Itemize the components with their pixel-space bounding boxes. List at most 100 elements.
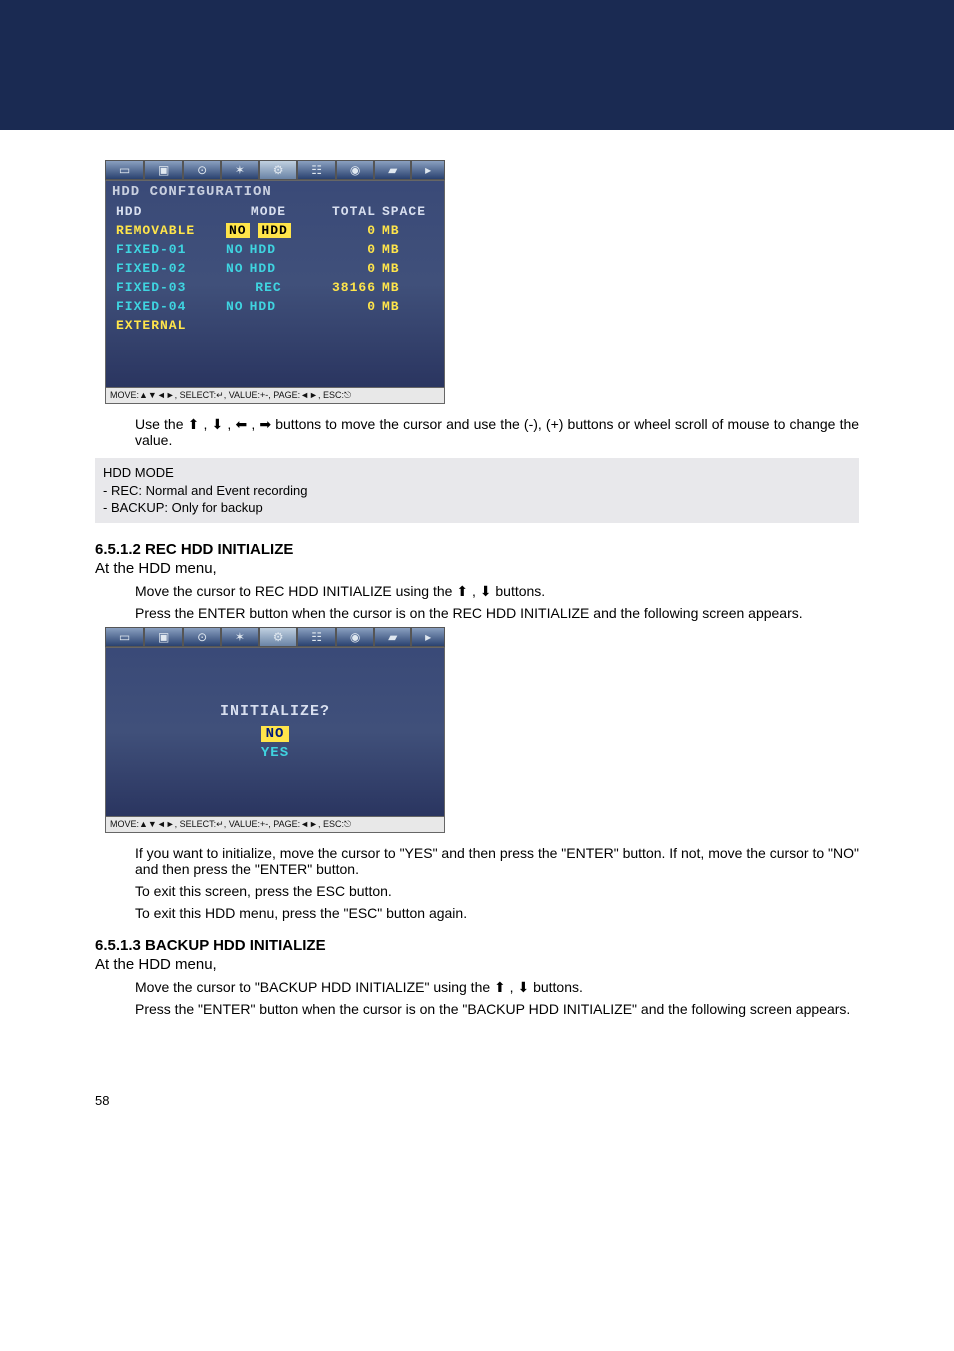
hdd-unit: MB bbox=[376, 280, 416, 295]
tab-1[interactable]: ▭ bbox=[105, 627, 144, 647]
gear-icon: ⚙ bbox=[273, 163, 284, 177]
table-row[interactable]: REMOVABLE NO HDD 0 MB bbox=[116, 223, 434, 238]
hdd-name: REMOVABLE bbox=[116, 223, 226, 238]
mode-no: NO bbox=[226, 299, 244, 314]
generic-icon: ▣ bbox=[158, 630, 169, 644]
initialize-question: INITIALIZE? bbox=[220, 703, 330, 720]
option-no[interactable]: NO bbox=[261, 726, 290, 742]
mode-no: NO bbox=[226, 242, 244, 257]
text: Move the cursor to "BACKUP HDD INITIALIZ… bbox=[135, 979, 494, 995]
tab-7[interactable]: ◉ bbox=[336, 160, 374, 180]
arrow-down-icon: ⬇ bbox=[517, 980, 529, 994]
hdd-mode: NO HDD bbox=[226, 299, 311, 314]
sep: , bbox=[247, 416, 259, 432]
section-heading-6512: 6.5.1.2 REC HDD INITIALIZE bbox=[95, 541, 859, 558]
arrow-up-icon: ⬆ bbox=[494, 980, 506, 994]
generic-icon: ▸ bbox=[425, 163, 431, 177]
tab-3[interactable]: ⊙ bbox=[183, 627, 221, 647]
tab-5-active[interactable]: ⚙ bbox=[259, 160, 298, 180]
generic-icon: ✶ bbox=[235, 630, 245, 644]
text: buttons. bbox=[495, 583, 545, 599]
mode-no: NO bbox=[226, 261, 244, 276]
hdd-table: HDD MODE TOTAL SPACE REMOVABLE NO HDD 0 … bbox=[106, 204, 444, 383]
instruction-line: If you want to initialize, move the curs… bbox=[135, 845, 859, 877]
generic-icon: ⊙ bbox=[197, 630, 207, 644]
tab-2[interactable]: ▣ bbox=[144, 160, 183, 180]
hdd-total: 0 bbox=[311, 261, 376, 276]
hdd-unit: MB bbox=[376, 223, 416, 238]
option-no-label: NO bbox=[261, 726, 290, 742]
hdd-config-screenshot: ▭ ▣ ⊙ ✶ ⚙ ☷ ◉ ▰ ▸ HDD CONFIGURATION HDD … bbox=[95, 160, 859, 404]
sep: , bbox=[199, 416, 211, 432]
table-row[interactable]: FIXED-03 REC 38166 MB bbox=[116, 280, 434, 295]
generic-icon: ◉ bbox=[350, 163, 360, 177]
tab-8[interactable]: ▰ bbox=[374, 160, 411, 180]
hdd-total bbox=[311, 318, 376, 333]
at-hdd-menu: At the HDD menu, bbox=[95, 560, 859, 577]
generic-icon: ▭ bbox=[119, 630, 130, 644]
mode-hdd: HDD bbox=[258, 223, 290, 238]
gear-icon: ⚙ bbox=[273, 630, 284, 644]
tab-2[interactable]: ▣ bbox=[144, 627, 183, 647]
table-row[interactable]: FIXED-01 NO HDD 0 MB bbox=[116, 242, 434, 257]
arrow-down-icon: ⬇ bbox=[480, 584, 492, 598]
hdd-mode: NO HDD bbox=[226, 242, 311, 257]
arrow-left-icon: ⬅ bbox=[235, 417, 247, 431]
table-row[interactable]: FIXED-02 NO HDD 0 MB bbox=[116, 261, 434, 276]
mode-hdd: HDD bbox=[250, 299, 276, 314]
th-mode: MODE bbox=[226, 204, 311, 219]
hdd-total: 0 bbox=[311, 242, 376, 257]
hdd-name: FIXED-04 bbox=[116, 299, 226, 314]
para-text: Use the bbox=[135, 416, 188, 432]
tab-3[interactable]: ⊙ bbox=[183, 160, 221, 180]
usage-paragraph: Use the ⬆ , ⬇ , ⬅ , ➡ buttons to move th… bbox=[135, 416, 859, 448]
option-yes[interactable]: YES bbox=[261, 745, 289, 761]
tab-4[interactable]: ✶ bbox=[221, 627, 259, 647]
generic-icon: ⊙ bbox=[197, 163, 207, 177]
instruction-line: Move the cursor to "BACKUP HDD INITIALIZ… bbox=[135, 979, 859, 995]
hdd-name: EXTERNAL bbox=[116, 318, 226, 333]
generic-icon: ▣ bbox=[158, 163, 169, 177]
generic-icon: ▸ bbox=[425, 630, 431, 644]
panel-footer-hints: MOVE:▲▼◄►, SELECT:↵, VALUE:+-, PAGE:◄►, … bbox=[105, 817, 445, 833]
tab-5-active[interactable]: ⚙ bbox=[259, 627, 298, 647]
hdd-name: FIXED-03 bbox=[116, 280, 226, 295]
note-box: HDD MODE - REC: Normal and Event recordi… bbox=[95, 458, 859, 523]
text: Move the cursor to REC HDD INITIALIZE us… bbox=[135, 583, 456, 599]
hdd-mode: REC bbox=[226, 280, 311, 295]
hdd-total: 0 bbox=[311, 223, 376, 238]
generic-icon: ▰ bbox=[388, 630, 397, 644]
arrow-down-icon: ⬇ bbox=[212, 417, 224, 431]
tab-4[interactable]: ✶ bbox=[221, 160, 259, 180]
hdd-unit bbox=[376, 318, 416, 333]
generic-icon: ▭ bbox=[119, 163, 130, 177]
note-line: HDD MODE bbox=[103, 464, 851, 482]
tab-9[interactable]: ▸ bbox=[411, 627, 445, 647]
top-dark-band bbox=[0, 0, 954, 130]
hdd-total: 38166 bbox=[311, 280, 376, 295]
hdd-unit: MB bbox=[376, 242, 416, 257]
sep: , bbox=[468, 583, 480, 599]
hdd-mode: NO HDD bbox=[226, 261, 311, 276]
instruction-line: Move the cursor to REC HDD INITIALIZE us… bbox=[135, 583, 859, 599]
instruction-line: Press the "ENTER" button when the cursor… bbox=[135, 1001, 859, 1017]
tab-7[interactable]: ◉ bbox=[336, 627, 374, 647]
tab-8[interactable]: ▰ bbox=[374, 627, 411, 647]
arrow-up-icon: ⬆ bbox=[188, 417, 200, 431]
table-row[interactable]: EXTERNAL bbox=[116, 318, 434, 333]
arrow-up-icon: ⬆ bbox=[456, 584, 468, 598]
tab-1[interactable]: ▭ bbox=[105, 160, 144, 180]
tab-9[interactable]: ▸ bbox=[411, 160, 445, 180]
instruction-line: To exit this screen, press the ESC butto… bbox=[135, 883, 859, 899]
tab-6[interactable]: ☷ bbox=[297, 627, 336, 647]
tab-6[interactable]: ☷ bbox=[297, 160, 336, 180]
hdd-unit: MB bbox=[376, 299, 416, 314]
hdd-name: FIXED-02 bbox=[116, 261, 226, 276]
mode-hdd: HDD bbox=[250, 261, 276, 276]
hdd-mode bbox=[226, 318, 311, 333]
panel-footer-hints: MOVE:▲▼◄►, SELECT:↵, VALUE:+-, PAGE:◄►, … bbox=[105, 388, 445, 404]
generic-icon: ☷ bbox=[311, 630, 322, 644]
page-content: ▭ ▣ ⊙ ✶ ⚙ ☷ ◉ ▰ ▸ HDD CONFIGURATION HDD … bbox=[0, 130, 954, 1138]
initialize-screenshot: ▭ ▣ ⊙ ✶ ⚙ ☷ ◉ ▰ ▸ INITIALIZE? NO YES MOV… bbox=[95, 627, 859, 833]
table-row[interactable]: FIXED-04 NO HDD 0 MB bbox=[116, 299, 434, 314]
